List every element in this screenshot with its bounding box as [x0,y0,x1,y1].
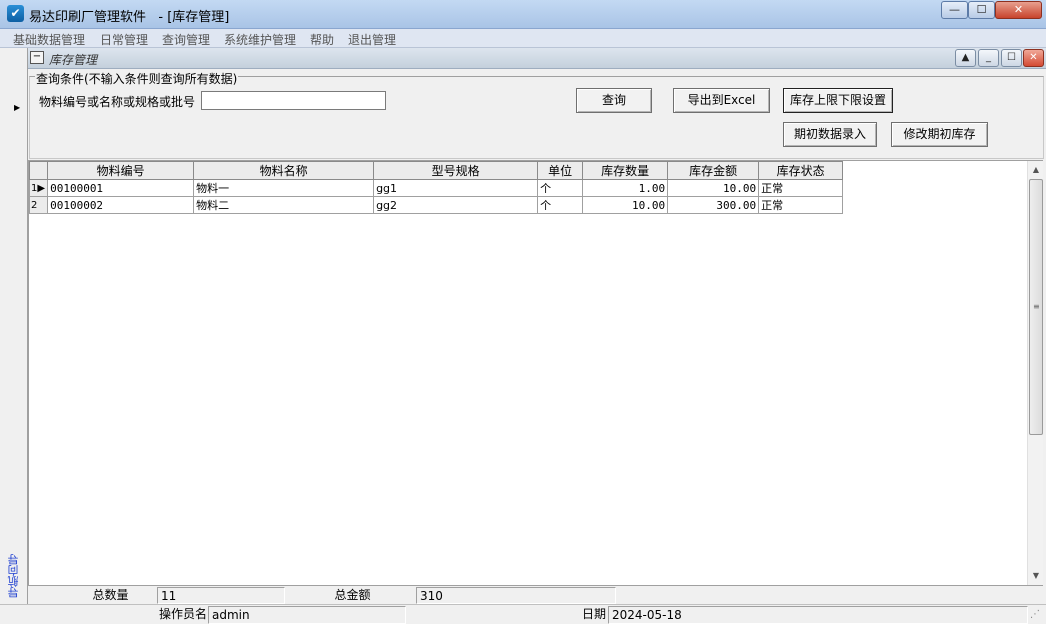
navigator-tab[interactable]: 导航向导 [4,550,24,602]
inventory-table: 物料编号 物料名称 型号规格 单位 库存数量 库存金额 库存状态 1▶ 0010… [28,161,844,214]
cell-name[interactable]: 物料一 [193,179,375,197]
cell-code[interactable]: 00100002 [47,196,195,214]
total-amount-value: 310 [416,587,616,604]
row-number: 2 [31,199,38,211]
cell-name[interactable]: 物料二 [193,196,375,214]
menu-bar: 基础数据管理 日常管理 查询管理 系统维护管理 帮助 退出管理 [0,29,1046,48]
grid-corner[interactable] [28,161,49,180]
inventory-grid[interactable]: 物料编号 物料名称 型号规格 单位 库存数量 库存金额 库存状态 1▶ 0010… [28,160,1043,586]
query-input[interactable] [201,91,386,110]
vertical-scrollbar[interactable]: ▲ ≡ ▼ [1027,161,1043,585]
total-amount-label: 总金额 [334,588,371,602]
menu-daily[interactable]: 日常管理 [100,31,148,48]
table-header-row: 物料编号 物料名称 型号规格 单位 库存数量 库存金额 库存状态 [28,161,844,180]
query-label: 物料编号或名称或规格或批号 [39,95,196,109]
window-titlebar[interactable]: ✔ 易达印刷厂管理软件 - [库存管理] — ☐ ✕ [0,0,1046,29]
cell-status[interactable]: 正常 [758,179,844,197]
menu-exit[interactable]: 退出管理 [348,31,396,48]
minimize-button[interactable]: — [941,1,968,19]
maximize-button[interactable]: ☐ [968,1,995,19]
status-bar: 操作员名 admin 日期 2024-05-18 ⋰ [0,604,1046,624]
cell-qty[interactable]: 10.00 [582,196,669,214]
menu-help[interactable]: 帮助 [310,31,334,48]
menu-basic-data[interactable]: 基础数据管理 [13,31,85,48]
scroll-thumb[interactable]: ≡ [1029,179,1043,435]
cell-spec[interactable]: gg1 [373,179,539,197]
inner-maximize-button[interactable]: ☐ [1001,49,1022,67]
inner-window-title: 库存管理 [49,53,98,67]
query-group: 查询条件(不输入条件则查询所有数据) 物料编号或名称或规格或批号 查询 导出到E… [29,70,1044,159]
col-header-name[interactable]: 物料名称 [193,161,375,180]
app-logo-icon: ✔ [7,5,24,22]
operator-value: admin [208,606,406,624]
col-header-unit[interactable]: 单位 [537,161,584,180]
cell-qty[interactable]: 1.00 [582,179,669,197]
navigator-strip: ▶ [0,48,28,604]
cell-unit[interactable]: 个 [537,179,584,197]
close-button[interactable]: ✕ [995,1,1042,19]
cell-spec[interactable]: gg2 [373,196,539,214]
cell-unit[interactable]: 个 [537,196,584,214]
current-row-arrow-icon: ▶ [37,182,46,194]
inner-close-button[interactable]: ✕ [1023,49,1044,67]
modify-initial-stock-button[interactable]: 修改期初库存 [891,122,988,147]
table-row[interactable]: 1▶ 00100001 物料一 gg1 个 1.00 10.00 正常 [28,179,844,197]
grip-icon: ≡ [1033,302,1040,311]
totals-row: 总数量 11 总金额 310 [28,587,1046,604]
query-button[interactable]: 查询 [576,88,652,113]
col-header-amount[interactable]: 库存金额 [667,161,760,180]
date-label: 日期 [581,607,606,621]
cell-status[interactable]: 正常 [758,196,844,214]
query-group-caption: 查询条件(不输入条件则查询所有数据) [35,70,239,87]
cell-amount[interactable]: 300.00 [667,196,760,214]
scroll-up-icon[interactable]: ▲ [1028,161,1044,178]
expand-arrow-icon[interactable]: ▶ [14,103,20,112]
resize-grip-icon[interactable]: ⋰ [1030,609,1040,620]
operator-label: 操作员名 [158,607,207,621]
initial-data-entry-button[interactable]: 期初数据录入 [783,122,877,147]
row-indicator[interactable]: 2 [28,196,49,214]
total-qty-label: 总数量 [92,588,129,602]
restore-up-icon[interactable]: ▲ [955,49,976,67]
total-qty-value: 11 [157,587,285,604]
inner-minimize-button[interactable]: _ [978,49,999,67]
table-row[interactable]: 2 00100002 物料二 gg2 个 10.00 300.00 正常 [28,196,844,214]
cell-amount[interactable]: 10.00 [667,179,760,197]
export-excel-button[interactable]: 导出到Excel [673,88,770,113]
window-title: 易达印刷厂管理软件 - [库存管理] [29,10,230,25]
col-header-qty[interactable]: 库存数量 [582,161,669,180]
stock-limits-button[interactable]: 库存上限下限设置 [783,88,893,113]
inventory-window: − 库存管理 ▲ _ ☐ ✕ 查询条件(不输入条件则查询所有数据) 物料编号或名… [28,48,1046,604]
cell-code[interactable]: 00100001 [47,179,195,197]
menu-system[interactable]: 系统维护管理 [224,31,296,48]
scroll-down-icon[interactable]: ▼ [1028,567,1044,584]
inner-titlebar[interactable]: − 库存管理 ▲ _ ☐ ✕ [28,48,1046,69]
col-header-status[interactable]: 库存状态 [758,161,844,180]
menu-query[interactable]: 查询管理 [162,31,210,48]
col-header-spec[interactable]: 型号规格 [373,161,539,180]
col-header-code[interactable]: 物料编号 [47,161,195,180]
system-menu-icon[interactable]: − [30,51,44,64]
date-value: 2024-05-18 [608,606,1028,624]
row-indicator[interactable]: 1▶ [28,179,49,197]
